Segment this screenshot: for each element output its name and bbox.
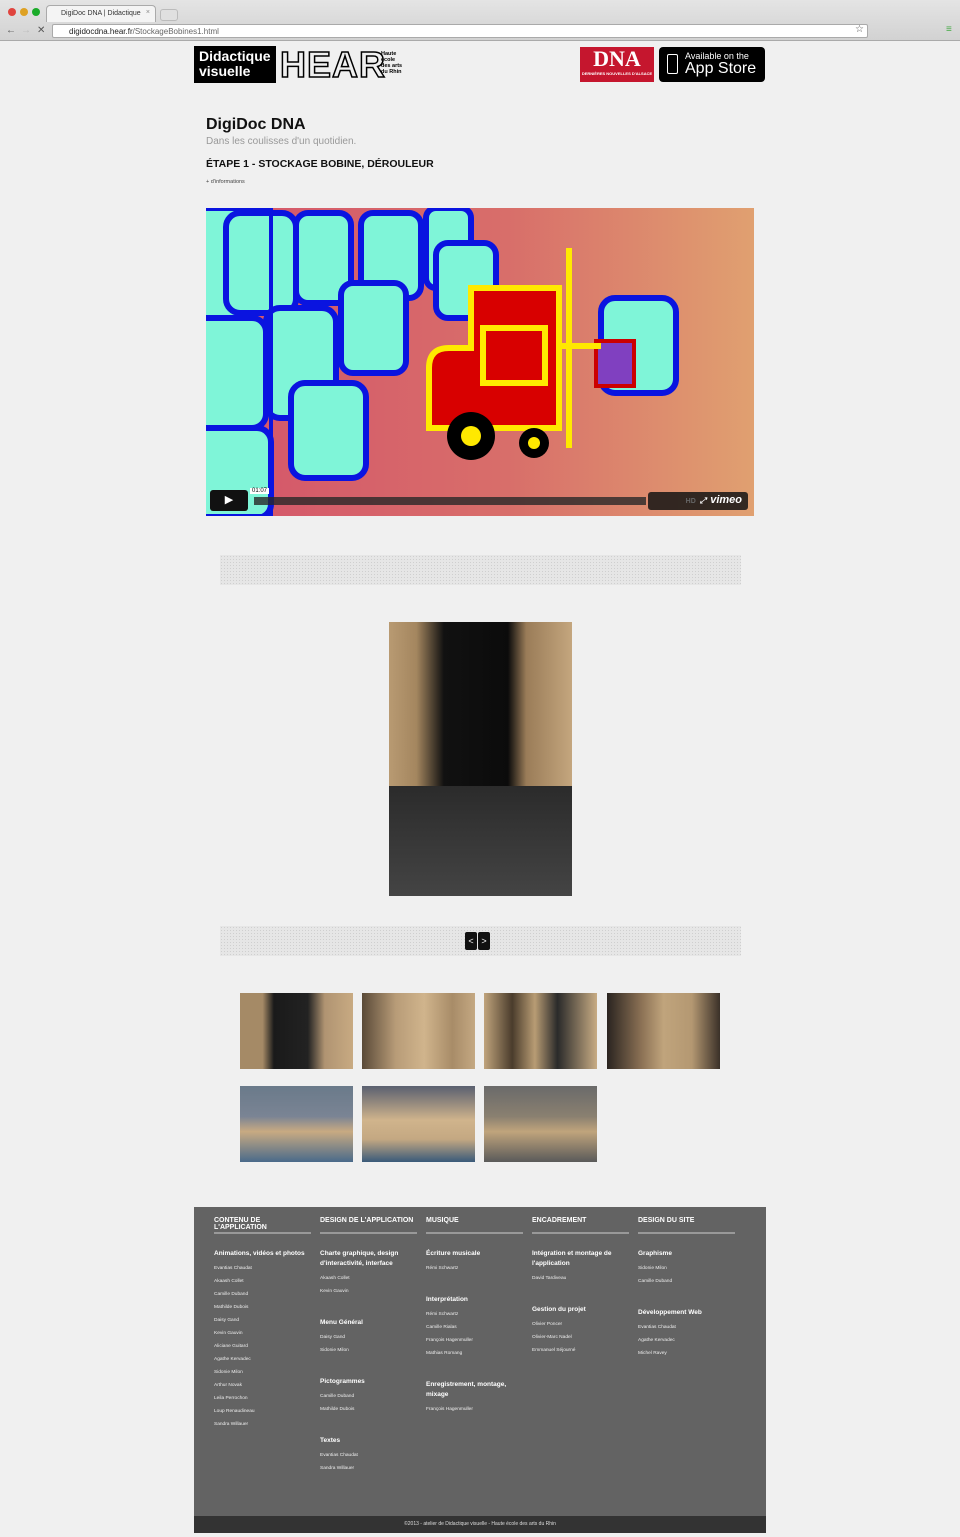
footer-column-heading: ENCADREMENT bbox=[532, 1217, 629, 1234]
credit-section-title: Menu Général bbox=[320, 1319, 363, 1326]
thumbnail[interactable] bbox=[240, 1086, 353, 1162]
credit-name: Evantias Chaudat bbox=[638, 1325, 676, 1330]
thumbnail[interactable] bbox=[484, 993, 597, 1069]
credit-name: Agathe Kervadec bbox=[214, 1357, 251, 1362]
address-bar[interactable]: digidocdna.hear.fr/StockageBobines1.html bbox=[52, 24, 868, 38]
credit-name: Mathilde Dubois bbox=[214, 1305, 249, 1310]
play-button[interactable]: ▶ bbox=[210, 490, 248, 511]
footer-column: MUSIQUE Écriture musicale Rémi Schwartz Int… bbox=[426, 1207, 526, 1421]
footer-credits: CONTENU DE L'APPLICATION Animations, vidé… bbox=[194, 1207, 766, 1533]
video-time: 01:07 bbox=[250, 488, 270, 494]
thumbnail[interactable] bbox=[362, 993, 475, 1069]
close-window-button[interactable] bbox=[8, 8, 16, 16]
credit-section-title: Intégration et montage de l'application bbox=[532, 1250, 612, 1267]
close-tab-icon[interactable]: × bbox=[146, 9, 150, 16]
video-toolbar: HD ⤢ vimeo bbox=[648, 492, 748, 510]
credit-name: Akaash Collet bbox=[320, 1276, 350, 1281]
vimeo-logo[interactable]: vimeo bbox=[710, 494, 742, 506]
stop-icon[interactable]: ✕ bbox=[37, 25, 45, 36]
hear-logo[interactable]: HEAR bbox=[279, 45, 386, 85]
new-tab-button[interactable] bbox=[160, 9, 178, 21]
credit-section-title: Pictogrammes bbox=[320, 1378, 365, 1385]
iphone-icon bbox=[667, 54, 678, 74]
credit-section-title: Textes bbox=[320, 1437, 341, 1444]
credit-name: Camille Rialas bbox=[426, 1325, 457, 1330]
footer-column-heading: MUSIQUE bbox=[426, 1217, 523, 1234]
credit-name: Agathe Kervadec bbox=[638, 1338, 675, 1343]
page-title: DigiDoc DNA bbox=[206, 116, 306, 133]
appstore-line2: App Store bbox=[685, 60, 757, 77]
credit-name: Evantias Chaudat bbox=[320, 1453, 358, 1458]
minimize-window-button[interactable] bbox=[20, 8, 28, 16]
step-heading: ÉTAPE 1 - STOCKAGE BOBINE, DÉROULEUR bbox=[206, 158, 434, 170]
thumbnail[interactable] bbox=[607, 993, 720, 1069]
credit-name: Camille Duband bbox=[214, 1292, 249, 1297]
thumbnail[interactable] bbox=[484, 1086, 597, 1162]
footer-column-heading: DESIGN DE L'APPLICATION bbox=[320, 1217, 417, 1234]
logo-line2: visuelle bbox=[199, 63, 251, 79]
credit-section-title: Écriture musicale bbox=[426, 1250, 481, 1257]
browser-chrome: DigiDoc DNA | Didactique × ← → ✕ digidocd… bbox=[0, 0, 960, 41]
forward-icon[interactable]: → bbox=[21, 25, 31, 36]
url-path: /StockageBobines1.html bbox=[132, 27, 219, 36]
credit-section-title: Interprétation bbox=[426, 1296, 468, 1303]
credit-section-title: Développement Web bbox=[638, 1309, 702, 1316]
back-icon[interactable]: ← bbox=[6, 25, 16, 36]
credit-name: Loup Renaudineau bbox=[214, 1409, 255, 1414]
didactique-visuelle-logo[interactable]: Didactique visuelle bbox=[194, 46, 276, 83]
bookmark-star-icon[interactable]: ☆ bbox=[855, 24, 864, 35]
page-subtitle: Dans les coulisses d'un quotidien. bbox=[206, 136, 357, 147]
footer-column-heading: CONTENU DE L'APPLICATION bbox=[214, 1217, 311, 1234]
credit-name: Rémi Schwartz bbox=[426, 1312, 459, 1317]
gallery-arrows: < > bbox=[465, 931, 491, 950]
credit-section-title: Graphisme bbox=[638, 1250, 672, 1257]
tab-title: DigiDoc DNA | Didactique bbox=[61, 10, 141, 17]
fullscreen-icon[interactable]: ⤢ bbox=[700, 496, 706, 505]
divider-pattern bbox=[220, 555, 741, 585]
prev-button[interactable]: < bbox=[465, 932, 477, 950]
thumbnail[interactable] bbox=[362, 1086, 475, 1162]
video-controls: ▶ 01:07 HD ⤢ vimeo bbox=[210, 488, 750, 512]
zoom-window-button[interactable] bbox=[32, 8, 40, 16]
credit-name: Kevin Gauvin bbox=[214, 1331, 243, 1336]
hd-button[interactable]: HD bbox=[686, 498, 696, 505]
dna-logo[interactable]: DNA DERNIÈRES NOUVELLES D'ALSACE bbox=[580, 47, 654, 82]
credit-section-title: Gestion du projet bbox=[532, 1306, 586, 1313]
credit-name: Arthur Novak bbox=[214, 1383, 242, 1388]
video-progress-bar[interactable] bbox=[254, 497, 646, 505]
footer-column: CONTENU DE L'APPLICATION Animations, vidé… bbox=[214, 1207, 314, 1436]
footer-column: DESIGN DU SITE Graphisme Sidonie Milon Cami… bbox=[638, 1207, 738, 1365]
credit-name: Camille Duband bbox=[320, 1394, 355, 1399]
footer-column: ENCADREMENT Intégration et montage de l'a… bbox=[532, 1207, 632, 1362]
logo-line1: Didactique bbox=[199, 48, 271, 64]
hear-logo-subtitle: Haute école des arts du Rhin bbox=[381, 51, 403, 75]
footer-column: DESIGN DE L'APPLICATION Charte graphique,… bbox=[320, 1207, 420, 1480]
credit-name: Olivier Poncer bbox=[532, 1322, 563, 1327]
app-store-badge[interactable]: Available on the App Store bbox=[659, 47, 765, 82]
credit-section-title: Enregistrement, montage, mixage bbox=[426, 1381, 507, 1398]
credit-name: Daisy Gand bbox=[214, 1318, 240, 1323]
video-player[interactable] bbox=[206, 208, 754, 516]
copyright: ©2013 - atelier de Didactique visuelle -… bbox=[194, 1516, 766, 1533]
credit-name: Olivier-Marc Nadel bbox=[532, 1335, 572, 1340]
url-host: digidocdna.hear.fr bbox=[69, 27, 133, 36]
credit-name: Aliciane Guitard bbox=[214, 1344, 248, 1349]
credit-name: Sidonie Milon bbox=[214, 1370, 243, 1375]
footer-column-heading: DESIGN DU SITE bbox=[638, 1217, 735, 1234]
thumbnail[interactable] bbox=[240, 993, 353, 1069]
credit-section-title: Animations, vidéos et photos bbox=[214, 1250, 305, 1257]
more-info-link[interactable]: + d'informations bbox=[206, 179, 245, 185]
credit-name: Evantias Chaudat bbox=[214, 1266, 252, 1271]
credit-section-title: Charte graphique, design d'interactivité… bbox=[320, 1250, 399, 1267]
credit-name: Akaash Collet bbox=[214, 1279, 244, 1284]
credit-name: François Hagenmuller bbox=[426, 1338, 473, 1343]
main-photo bbox=[389, 622, 572, 896]
menu-icon[interactable]: ≡ bbox=[946, 24, 952, 35]
credit-name: Leila Perrochon bbox=[214, 1396, 248, 1401]
video-frame-illustration bbox=[206, 208, 679, 516]
next-button[interactable]: > bbox=[478, 932, 490, 950]
credit-name: Daisy Gand bbox=[320, 1335, 346, 1340]
browser-tab[interactable]: DigiDoc DNA | Didactique × bbox=[46, 5, 156, 22]
credit-name: Sidonie Milon bbox=[638, 1266, 667, 1271]
